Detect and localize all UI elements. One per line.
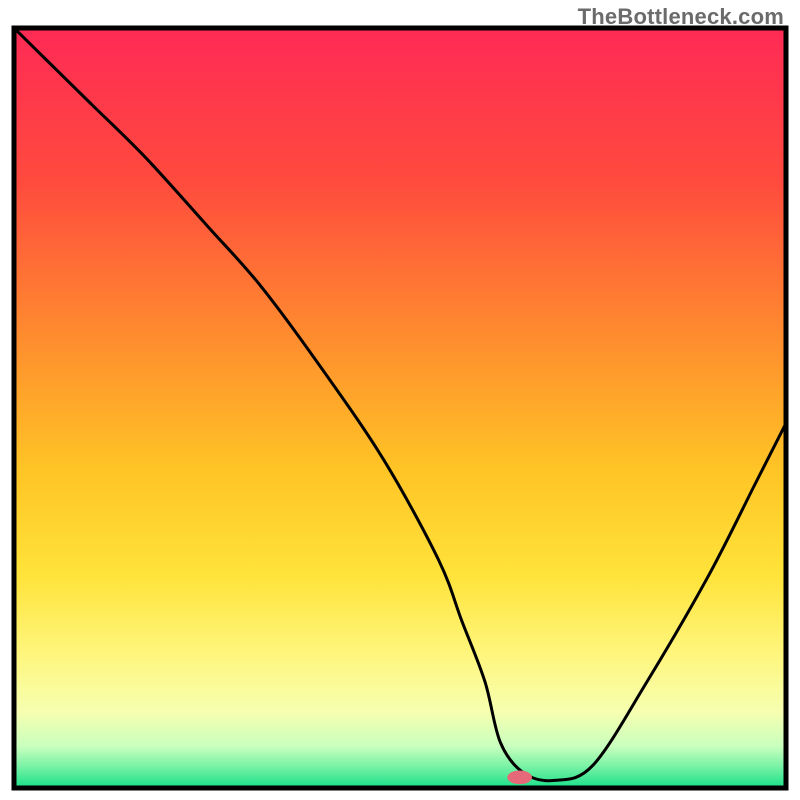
chart-container: TheBottleneck.com: [0, 0, 800, 800]
bottleneck-chart: [0, 0, 800, 800]
watermark-text: TheBottleneck.com: [578, 4, 784, 30]
optimum-marker: [507, 771, 532, 785]
